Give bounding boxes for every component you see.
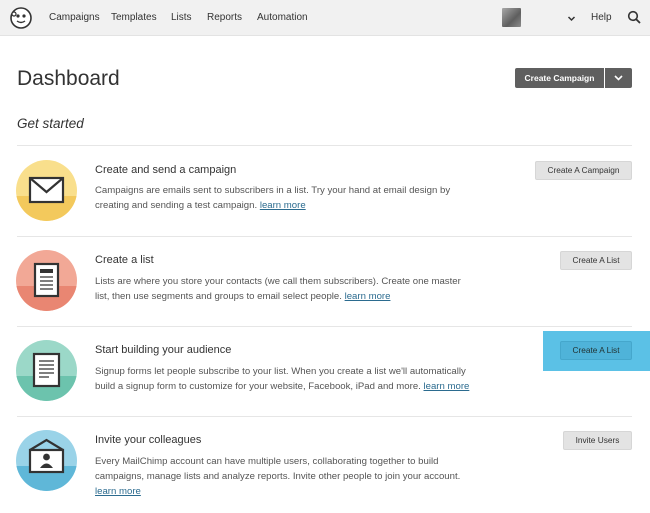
learn-more-link[interactable]: learn more <box>345 291 391 302</box>
card-desc-line: campaigns, manage lists and analyze repo… <box>95 471 461 482</box>
learn-more-link[interactable]: learn more <box>95 486 141 497</box>
card-desc-line: creating and sending a test campaign. <box>95 200 258 211</box>
invite-icon-circle <box>16 430 77 491</box>
search-icon[interactable] <box>627 10 641 24</box>
nav-reports[interactable]: Reports <box>207 12 242 23</box>
invite-users-button[interactable]: Invite Users <box>563 431 632 450</box>
create-a-list-button[interactable]: Create A List <box>560 251 632 270</box>
card-desc-line: list, then use segments and groups to em… <box>95 291 342 302</box>
campaign-icon-circle <box>16 160 77 221</box>
invite-envelope-icon <box>16 430 77 491</box>
divider <box>17 145 632 146</box>
create-campaign-dropdown-button[interactable] <box>605 68 632 88</box>
top-nav-bar: Campaigns Templates Lists Reports Automa… <box>0 0 650 36</box>
divider <box>17 236 632 237</box>
create-campaign-button[interactable]: Create Campaign <box>515 68 604 88</box>
card-desc-line: Every MailChimp account can have multipl… <box>95 456 439 467</box>
card-desc-line: Lists are where you store your contacts … <box>95 276 461 287</box>
nav-lists[interactable]: Lists <box>171 12 192 23</box>
card-desc-line: Signup forms let people subscribe to you… <box>95 366 466 377</box>
mailchimp-logo-icon[interactable] <box>10 6 32 30</box>
card-description: Campaigns are emails sent to subscribers… <box>95 183 495 213</box>
divider <box>17 326 632 327</box>
chevron-down-icon[interactable] <box>567 14 576 23</box>
nav-templates[interactable]: Templates <box>111 12 157 23</box>
card-title: Start building your audience <box>95 344 232 356</box>
section-title: Get started <box>17 116 84 131</box>
card-description: Every MailChimp account can have multipl… <box>95 454 495 499</box>
list-document-icon <box>16 250 77 311</box>
card-description: Signup forms let people subscribe to you… <box>95 364 495 394</box>
card-desc-line: build a signup form to customize for you… <box>95 381 421 392</box>
audience-icon-circle <box>16 340 77 401</box>
signup-form-icon <box>16 340 77 401</box>
card-title: Create a list <box>95 254 154 266</box>
learn-more-link[interactable]: learn more <box>424 381 470 392</box>
envelope-icon <box>16 160 77 221</box>
card-desc-line: Campaigns are emails sent to subscribers… <box>95 185 451 196</box>
card-title: Create and send a campaign <box>95 164 237 176</box>
nav-campaigns[interactable]: Campaigns <box>49 12 100 23</box>
avatar[interactable] <box>502 8 521 27</box>
list-icon-circle <box>16 250 77 311</box>
divider <box>17 416 632 417</box>
nav-automation[interactable]: Automation <box>257 12 308 23</box>
create-a-list-button-audience[interactable]: Create A List <box>560 341 632 360</box>
page-title: Dashboard <box>17 67 120 90</box>
create-a-campaign-button[interactable]: Create A Campaign <box>535 161 632 180</box>
nav-help[interactable]: Help <box>591 12 612 23</box>
learn-more-link[interactable]: learn more <box>260 200 306 211</box>
card-description: Lists are where you store your contacts … <box>95 274 495 304</box>
chevron-down-icon <box>614 75 623 81</box>
card-title: Invite your colleagues <box>95 434 202 446</box>
